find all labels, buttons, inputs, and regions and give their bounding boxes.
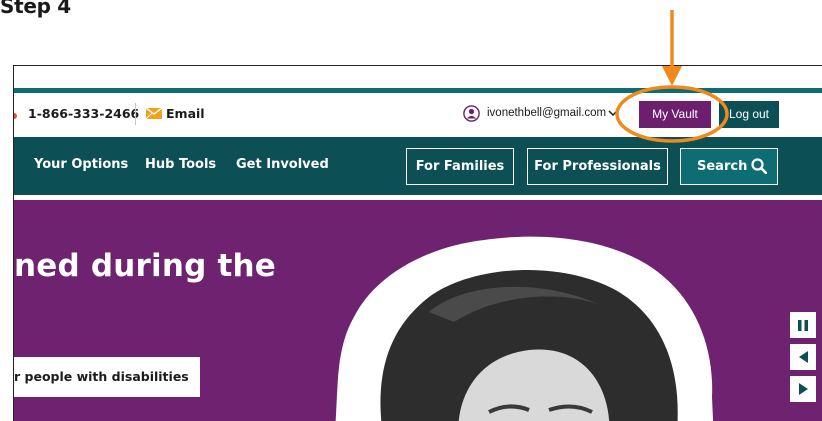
previous-arrow-icon [798, 351, 808, 363]
email-link[interactable]: Email [166, 106, 205, 121]
carousel-prev-button[interactable] [790, 344, 816, 370]
for-professionals-button[interactable]: For Professionals [527, 148, 668, 185]
magnifier-icon [751, 158, 767, 174]
my-vault-button[interactable]: My Vault [639, 101, 711, 128]
chevron-down-icon[interactable] [608, 108, 618, 118]
carousel-next-button[interactable] [790, 376, 816, 402]
nav-get-involved[interactable]: Get Involved [236, 157, 329, 172]
envelope-icon [146, 108, 162, 119]
search-label: Search [697, 159, 748, 174]
nav-hub-tools[interactable]: Hub Tools [145, 157, 216, 172]
hero-cta-button[interactable]: r people with disabilities [14, 357, 200, 397]
logout-button[interactable]: Log out [719, 101, 779, 128]
account-menu[interactable]: ivonethbell@gmail.com [487, 107, 606, 119]
phone-link[interactable]: 1-866-333-2466 [28, 106, 139, 121]
search-button[interactable]: Search [680, 148, 778, 185]
utility-bar: 1-866-333-2466 Email ivonethbell@gmail.c… [14, 93, 822, 137]
browser-screenshot: 1-866-333-2466 Email ivonethbell@gmail.c… [13, 65, 822, 421]
utility-divider [135, 103, 136, 125]
phone-icon [14, 113, 17, 119]
hero-portrait-image [335, 236, 714, 421]
for-families-button[interactable]: For Families [406, 148, 514, 185]
main-navigation: Your Options Hub Tools Get Involved For … [14, 137, 822, 195]
user-avatar-icon [463, 105, 480, 122]
next-arrow-icon [798, 383, 808, 395]
hero-heading: ned during the [14, 248, 277, 284]
hero-banner: ned during the r people with disabilitie… [14, 200, 822, 421]
pause-icon [798, 319, 808, 331]
step-title: Step 4 [0, 0, 71, 18]
carousel-pause-button[interactable] [790, 312, 816, 338]
nav-your-options[interactable]: Your Options [34, 157, 128, 172]
